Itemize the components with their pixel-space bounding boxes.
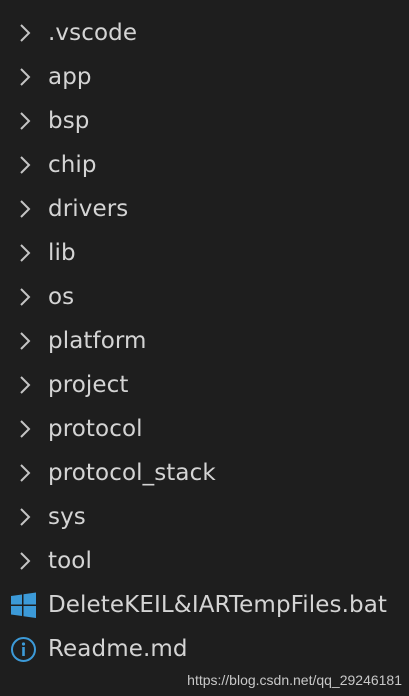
folder-label: .vscode	[48, 20, 138, 46]
chevron-right-icon[interactable]	[17, 199, 33, 219]
folder-label: bsp	[48, 108, 90, 134]
folder-item-protocol[interactable]: protocol	[0, 407, 409, 451]
folder-label: os	[48, 284, 75, 310]
chevron-right-icon[interactable]	[17, 551, 33, 571]
folder-item-platform[interactable]: platform	[0, 319, 409, 363]
folder-item-app[interactable]: app	[0, 55, 409, 99]
folder-label: app	[48, 64, 92, 90]
info-icon	[10, 636, 37, 663]
chevron-right-icon[interactable]	[17, 67, 33, 87]
file-item-delete-bat[interactable]: DeleteKEIL&IARTempFiles.bat	[0, 583, 409, 627]
file-explorer-tree: .vscode app bsp chip drivers lib os plat…	[0, 11, 409, 671]
folder-label: protocol	[48, 416, 143, 442]
folder-item-sys[interactable]: sys	[0, 495, 409, 539]
folder-item-os[interactable]: os	[0, 275, 409, 319]
chevron-right-icon[interactable]	[17, 155, 33, 175]
file-item-readme[interactable]: Readme.md	[0, 627, 409, 671]
folder-item-protocol-stack[interactable]: protocol_stack	[0, 451, 409, 495]
folder-label: protocol_stack	[48, 460, 216, 486]
folder-item-vscode[interactable]: .vscode	[0, 11, 409, 55]
chevron-right-icon[interactable]	[17, 287, 33, 307]
chevron-right-icon[interactable]	[17, 419, 33, 439]
folder-item-lib[interactable]: lib	[0, 231, 409, 275]
watermark-url: https://blog.csdn.net/qq_29246181	[187, 672, 402, 688]
folder-label: tool	[48, 548, 92, 574]
windows-batch-icon	[10, 592, 37, 619]
folder-label: chip	[48, 152, 97, 178]
folder-item-project[interactable]: project	[0, 363, 409, 407]
folder-label: lib	[48, 240, 76, 266]
folder-label: drivers	[48, 196, 129, 222]
folder-label: project	[48, 372, 129, 398]
file-label: DeleteKEIL&IARTempFiles.bat	[48, 592, 388, 618]
folder-item-tool[interactable]: tool	[0, 539, 409, 583]
folder-item-chip[interactable]: chip	[0, 143, 409, 187]
folder-item-bsp[interactable]: bsp	[0, 99, 409, 143]
chevron-right-icon[interactable]	[17, 111, 33, 131]
chevron-right-icon[interactable]	[17, 463, 33, 483]
chevron-right-icon[interactable]	[17, 243, 33, 263]
chevron-right-icon[interactable]	[17, 507, 33, 527]
chevron-right-icon[interactable]	[17, 23, 33, 43]
chevron-right-icon[interactable]	[17, 375, 33, 395]
chevron-right-icon[interactable]	[17, 331, 33, 351]
folder-item-drivers[interactable]: drivers	[0, 187, 409, 231]
folder-label: sys	[48, 504, 86, 530]
file-label: Readme.md	[48, 636, 188, 662]
folder-label: platform	[48, 328, 147, 354]
